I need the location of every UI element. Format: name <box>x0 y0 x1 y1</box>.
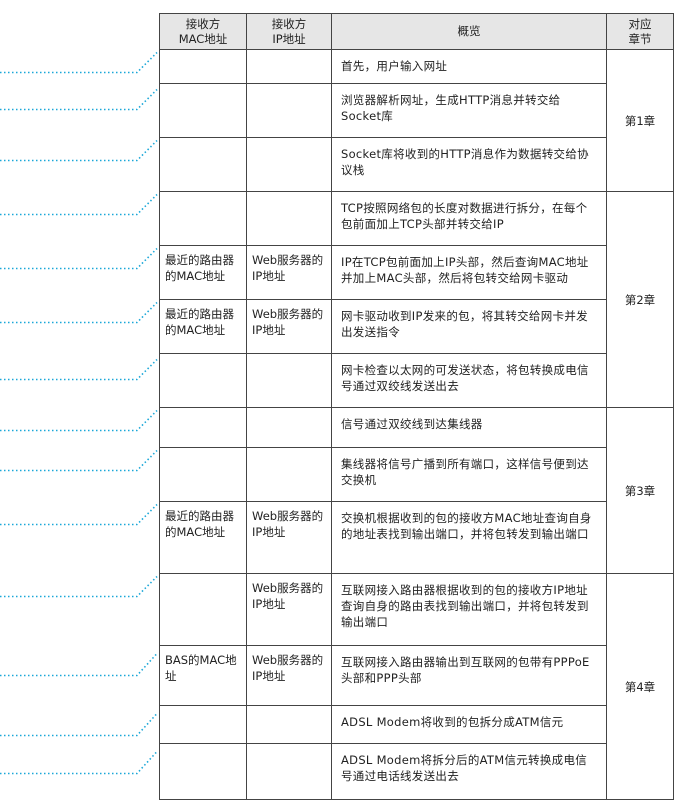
table-row: 信号通过双绞线到达集线器 第3章 <box>159 407 674 574</box>
chapter-cell: 第2章 <box>606 191 674 408</box>
cell-summary: ADSL Modem将收到的包拆分成ATM信元 <box>331 705 607 744</box>
cell-ip <box>246 353 332 408</box>
header-chapter: 对应 章节 <box>606 13 674 50</box>
leader-line <box>0 503 158 526</box>
cell-summary: 交换机根据收到的包的接收方MAC地址查询自身的地址表找到输出端口，并将包转发到输… <box>331 501 607 574</box>
table-row: 最近的路由器的MAC地址 Web服务器的IP地址 网卡驱动收到IP发来的包，将其… <box>159 299 674 354</box>
leader-line <box>0 139 158 162</box>
table-row: 最近的路由器的MAC地址 Web服务器的IP地址 交换机根据收到的包的接收方MA… <box>159 501 674 574</box>
cell-summary: 网卡驱动收到IP发来的包，将其转交给网卡并发出发送指令 <box>331 299 607 354</box>
cell-mac <box>159 353 247 408</box>
cell-summary: 互联网接入路由器根据收到的包的接收方IP地址查询自身的路由表找到输出端口，并将包… <box>331 573 607 646</box>
cell-mac <box>159 573 247 646</box>
chapter-cell: 第1章 <box>606 49 674 192</box>
table-row: TCP按照网络包的长度对数据进行拆分，在每个包前面加上TCP头部并转交给IP 第… <box>159 191 674 408</box>
table-row: ADSL Modem将拆分后的ATM信元转换成电信号通过电话线发送出去 <box>159 743 674 800</box>
table-row: 浏览器解析网址，生成HTTP消息并转交给Socket库 <box>159 83 674 138</box>
cell-mac: 最近的路由器的MAC地址 <box>159 501 247 574</box>
cell-ip <box>246 191 332 246</box>
leader-line <box>0 193 158 216</box>
leader-line <box>0 88 158 111</box>
leader-line <box>0 409 158 432</box>
header-receiver-mac: 接收方 MAC地址 <box>159 13 247 50</box>
cell-ip: Web服务器的IP地址 <box>246 501 332 574</box>
cell-ip <box>246 743 332 800</box>
table-row: ADSL Modem将收到的包拆分成ATM信元 <box>159 705 674 744</box>
cell-mac: 最近的路由器的MAC地址 <box>159 245 247 300</box>
cell-ip: Web服务器的IP地址 <box>246 573 332 646</box>
cell-mac <box>159 137 247 192</box>
header-receiver-ip: 接收方 IP地址 <box>246 13 332 50</box>
cell-ip: Web服务器的IP地址 <box>246 645 332 706</box>
leader-line <box>0 712 158 737</box>
table-row: Web服务器的IP地址 互联网接入路由器根据收到的包的接收方IP地址查询自身的路… <box>159 573 674 800</box>
table-row: BAS的MAC地址 Web服务器的IP地址 互联网接入路由器输出到互联网的包带有… <box>159 645 674 706</box>
cell-summary: 互联网接入路由器输出到互联网的包带有PPPoE头部和PPP头部 <box>331 645 607 706</box>
cell-ip <box>246 49 332 84</box>
cell-summary: ADSL Modem将拆分后的ATM信元转换成电信号通过电话线发送出去 <box>331 743 607 800</box>
process-table: 接收方 MAC地址 接收方 IP地址 概览 对应 章节 首先，用户输入网址 第1… <box>159 13 674 800</box>
cell-summary: 浏览器解析网址，生成HTTP消息并转交给Socket库 <box>331 83 607 138</box>
table-row: 集线器将信号广播到所有端口，这样信号便到达交换机 <box>159 447 674 502</box>
cell-ip <box>246 447 332 502</box>
cell-mac <box>159 407 247 448</box>
cell-summary: IP在TCP包前面加上IP头部，然后查询MAC地址并加上MAC头部，然后将包转交… <box>331 245 607 300</box>
leader-line <box>0 575 158 598</box>
cell-summary: 网卡检查以太网的可发送状态，将包转换成电信号通过双绞线发送出去 <box>331 353 607 408</box>
cell-mac <box>159 49 247 84</box>
chapter-cell: 第4章 <box>606 573 674 800</box>
cell-mac <box>159 83 247 138</box>
cell-summary: Socket库将收到的HTTP消息作为数据转交给协议栈 <box>331 137 607 192</box>
cell-summary: 信号通过双绞线到达集线器 <box>331 407 607 448</box>
leader-line <box>0 358 158 381</box>
cell-ip: Web服务器的IP地址 <box>246 245 332 300</box>
cell-ip <box>246 705 332 744</box>
cell-mac: 最近的路由器的MAC地址 <box>159 299 247 354</box>
cell-mac <box>159 743 247 800</box>
header-row: 接收方 MAC地址 接收方 IP地址 概览 对应 章节 <box>159 13 674 50</box>
leader-line <box>0 449 158 472</box>
cell-summary: 集线器将信号广播到所有端口，这样信号便到达交换机 <box>331 447 607 502</box>
table-row: 网卡检查以太网的可发送状态，将包转换成电信号通过双绞线发送出去 <box>159 353 674 408</box>
cell-summary: TCP按照网络包的长度对数据进行拆分，在每个包前面加上TCP头部并转交给IP <box>331 191 607 246</box>
leader-line <box>0 652 158 677</box>
cell-mac: BAS的MAC地址 <box>159 645 247 706</box>
cell-ip <box>246 83 332 138</box>
header-summary: 概览 <box>331 13 607 50</box>
leader-line <box>0 51 158 74</box>
table-row: Socket库将收到的HTTP消息作为数据转交给协议栈 <box>159 137 674 192</box>
table-row: 首先，用户输入网址 第1章 <box>159 49 674 192</box>
cell-ip <box>246 407 332 448</box>
leader-line <box>0 247 158 270</box>
cell-mac <box>159 705 247 744</box>
leader-line <box>0 301 158 324</box>
cell-mac <box>159 191 247 246</box>
cell-summary: 首先，用户输入网址 <box>331 49 607 84</box>
cell-mac <box>159 447 247 502</box>
cell-ip <box>246 137 332 192</box>
table-row: 最近的路由器的MAC地址 Web服务器的IP地址 IP在TCP包前面加上IP头部… <box>159 245 674 300</box>
cell-ip: Web服务器的IP地址 <box>246 299 332 354</box>
leader-line <box>0 750 158 775</box>
chapter-cell: 第3章 <box>606 407 674 574</box>
